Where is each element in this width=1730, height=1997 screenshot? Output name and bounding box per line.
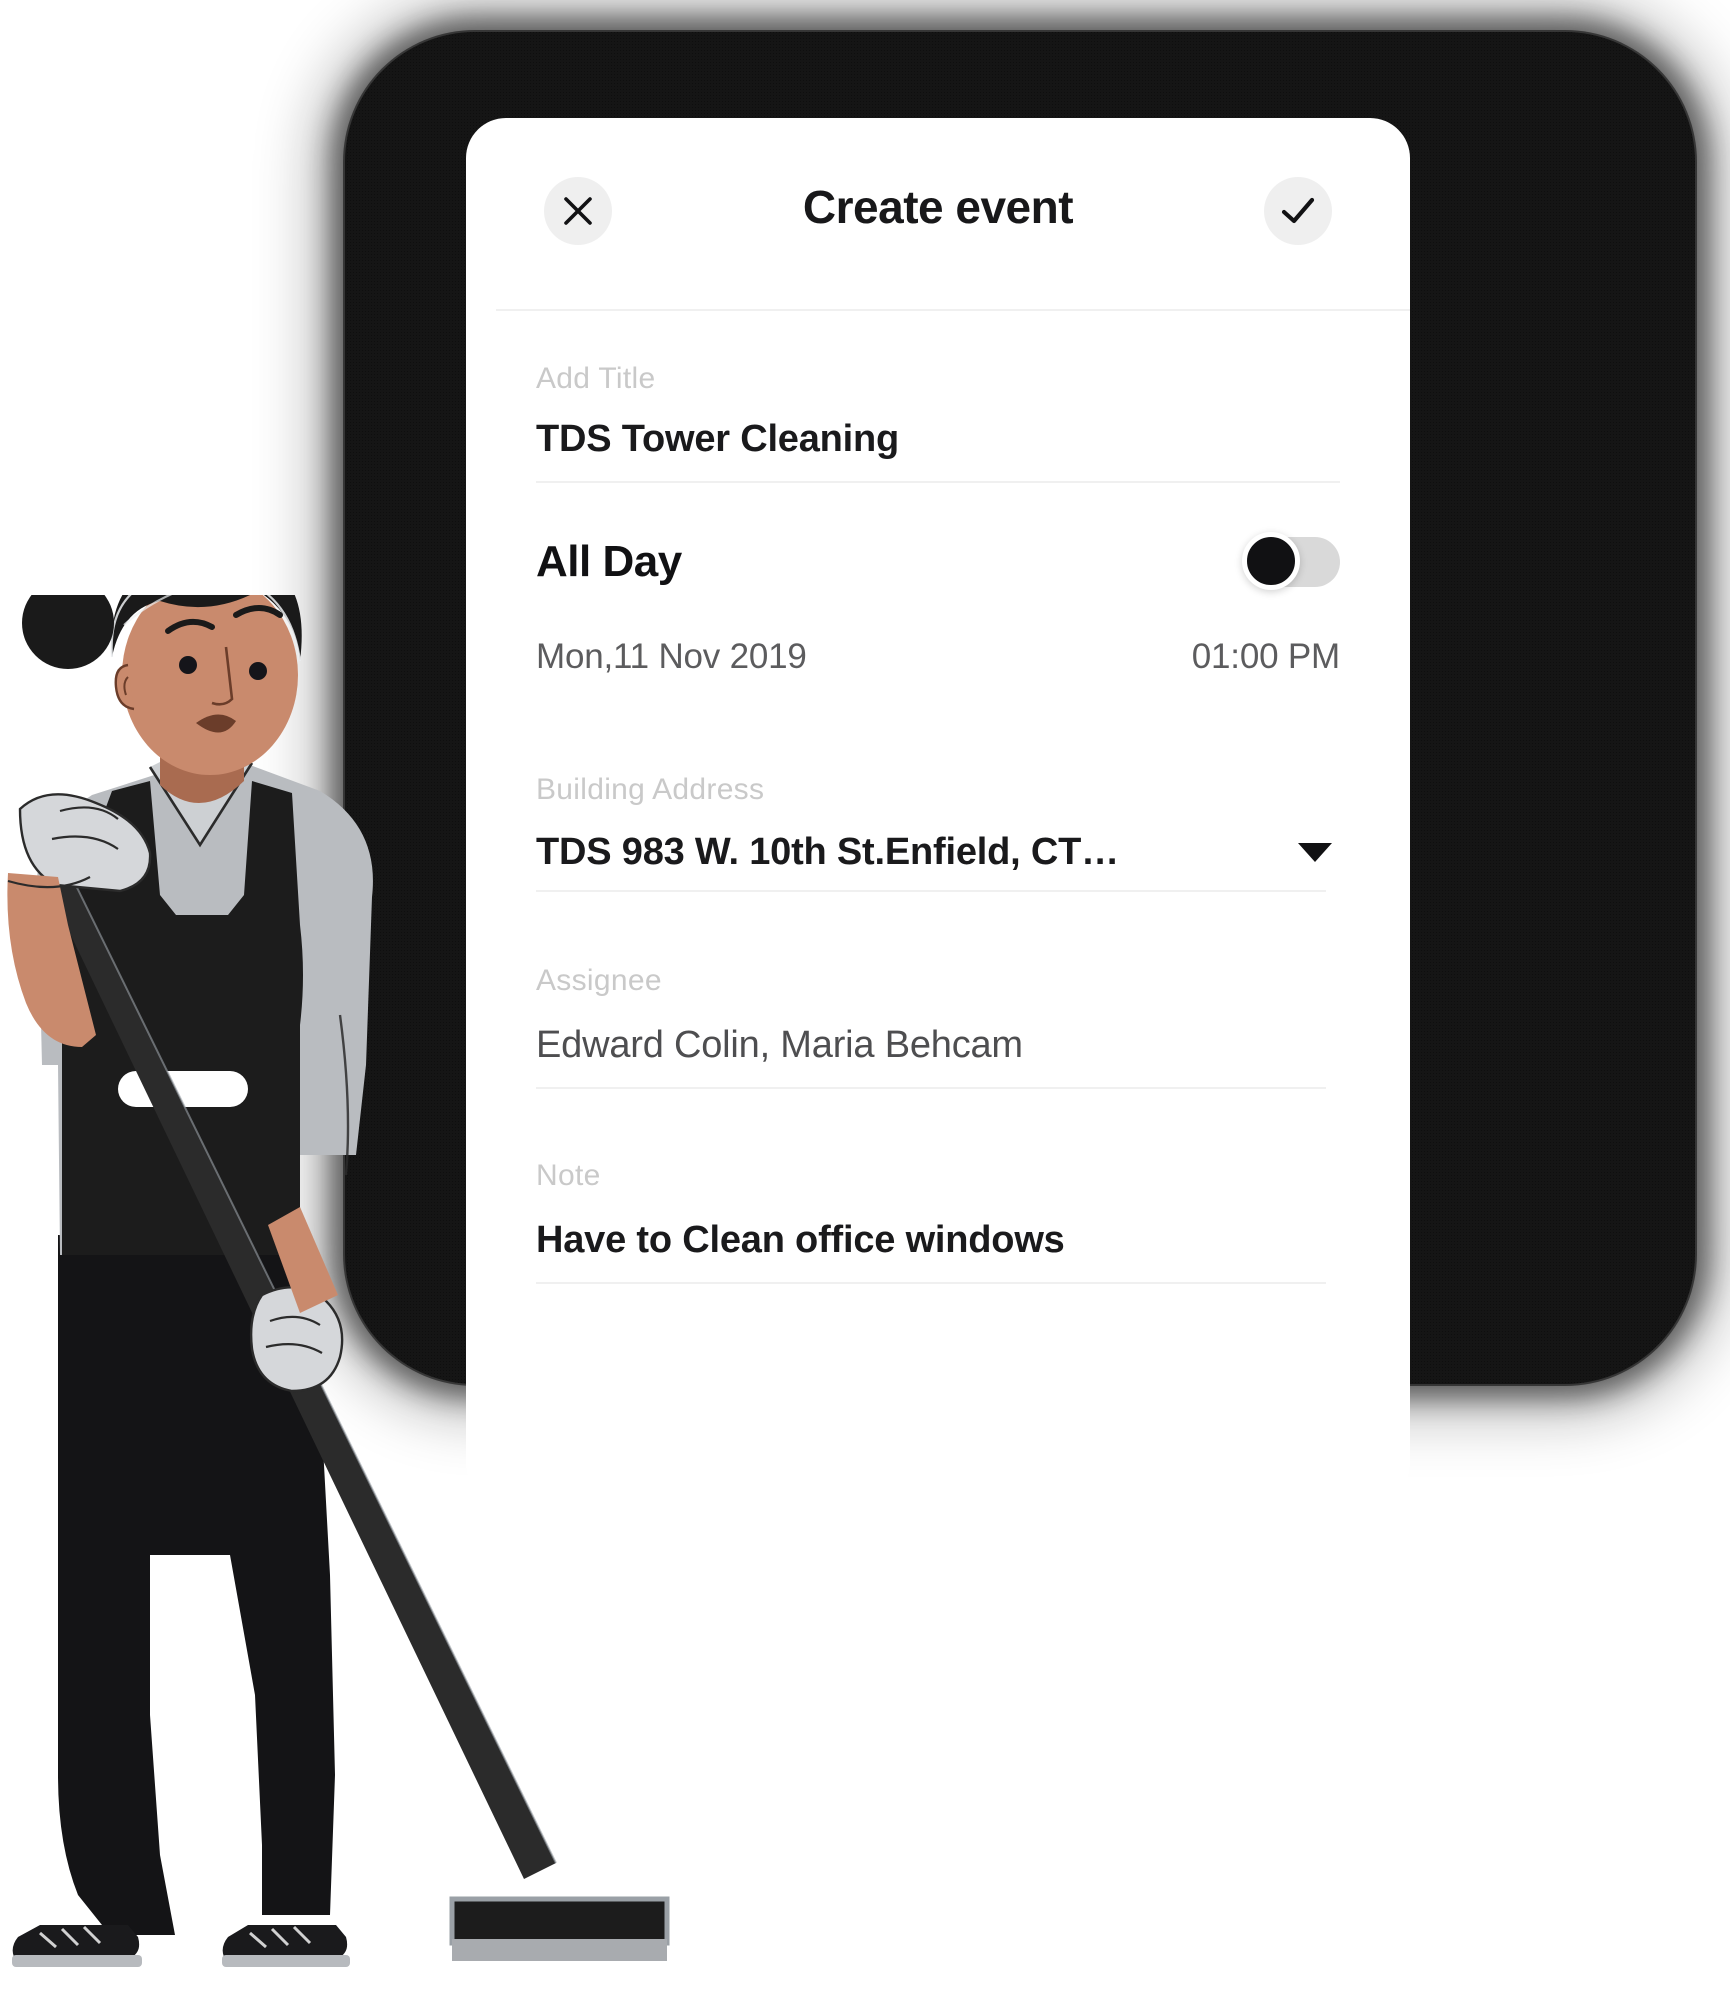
assignee-field[interactable]: Assignee Edward Colin, Maria Behcam — [536, 892, 1340, 1089]
hair-bun — [22, 577, 114, 669]
face — [122, 575, 298, 775]
overall — [59, 781, 303, 1255]
shoe-right — [222, 1925, 348, 1957]
assignee-label: Assignee — [536, 964, 662, 997]
trousers — [58, 1235, 335, 1935]
create-event-card: Create event Add Title TDS Tower Cleanin… — [466, 118, 1410, 1504]
forearm-lower — [268, 1207, 338, 1313]
title-field-underline — [536, 481, 1340, 483]
building-address-row[interactable]: TDS 983 W. 10th St.Enfield, CT… — [536, 807, 1340, 890]
all-day-toggle[interactable] — [1242, 532, 1340, 590]
title-field-label: Add Title — [536, 362, 656, 395]
shirt — [37, 765, 373, 1255]
building-address-label: Building Address — [536, 773, 765, 806]
name-tag — [118, 1071, 248, 1107]
confirm-button[interactable] — [1264, 177, 1332, 245]
note-underline — [536, 1282, 1326, 1284]
glove-upper — [18, 793, 152, 893]
title-field[interactable]: Add Title TDS Tower Cleaning — [536, 310, 1340, 483]
title-field-value[interactable]: TDS Tower Cleaning — [536, 396, 1340, 479]
all-day-toggle-knob — [1242, 532, 1300, 590]
shoe-left — [12, 1925, 140, 1957]
event-time[interactable]: 01:00 PM — [1192, 637, 1340, 677]
all-day-row: All Day — [536, 483, 1340, 590]
event-date[interactable]: Mon,11 Nov 2019 — [536, 637, 807, 677]
note-label: Note — [536, 1159, 601, 1192]
squeegee-head — [449, 1896, 670, 1961]
card-header: Create event — [466, 118, 1410, 311]
card-body: Add Title TDS Tower Cleaning All Day Mon… — [466, 310, 1410, 1284]
building-address-value[interactable]: TDS 983 W. 10th St.Enfield, CT… — [536, 831, 1119, 874]
forearm-upper — [7, 873, 97, 1047]
assignee-value[interactable]: Edward Colin, Maria Behcam — [536, 998, 1340, 1087]
schedule-row: Mon,11 Nov 2019 01:00 PM — [536, 587, 1340, 677]
building-address-field[interactable]: Building Address TDS 983 W. 10th St.Enfi… — [536, 677, 1340, 892]
note-field[interactable]: Note Have to Clean office windows — [536, 1089, 1340, 1284]
neck — [160, 711, 244, 804]
note-value[interactable]: Have to Clean office windows — [536, 1193, 1340, 1282]
chevron-down-icon[interactable] — [1298, 843, 1332, 862]
hair — [111, 552, 302, 661]
all-day-label: All Day — [536, 537, 682, 586]
glove-lower — [249, 1286, 344, 1393]
check-icon — [1280, 196, 1316, 226]
